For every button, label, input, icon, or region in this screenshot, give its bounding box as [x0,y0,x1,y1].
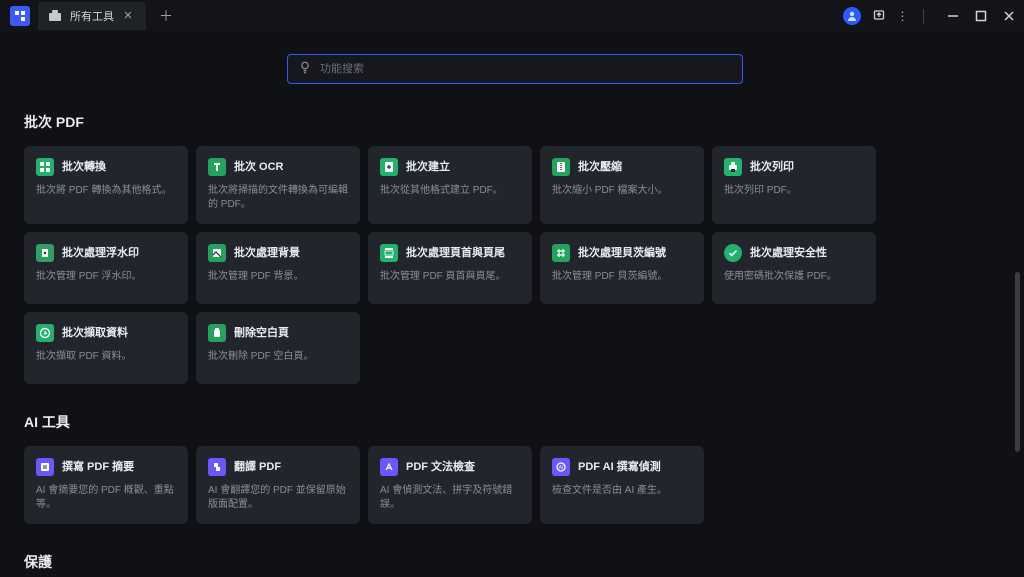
grammar-icon [380,458,398,476]
plus-file-icon [380,158,398,176]
hash-icon [552,244,570,262]
card-desc: 批次管理 PDF 貝茨編號。 [552,270,692,284]
card-title: 批次處理安全性 [750,246,827,260]
lightbulb-icon [298,60,312,79]
title-bar-left: 所有工具 ✕ ＋ [8,0,178,32]
close-button[interactable] [1002,9,1016,23]
card-title: 批次處理背景 [234,246,300,260]
card-desc: AI 會翻譯您的 PDF 並保留原始版面配置。 [208,484,348,512]
card-title: 批次 OCR [234,160,284,174]
card-ai-grammar[interactable]: PDF 文法檢查 AI 會偵測文法、拼字及符號錯誤。 [368,446,532,524]
section-batch-pdf: 批次 PDF 批次轉換 批次將 PDF 轉換為其他格式。 批次 OCR 批次將掃… [24,112,904,384]
card-batch-watermark[interactable]: 批次處理浮水印 批次管理 PDF 浮水印。 [24,232,188,304]
card-batch-bates[interactable]: 批次處理貝茨編號 批次管理 PDF 貝茨編號。 [540,232,704,304]
section-title: 批次 PDF [24,112,904,132]
card-title: 批次建立 [406,160,450,174]
card-desc: AI 會偵測文法、拼字及符號錯誤。 [380,484,520,512]
card-batch-create[interactable]: 批次建立 批次從其他格式建立 PDF。 [368,146,532,224]
card-title: 批次處理貝茨編號 [578,246,666,260]
card-title: 批次處理頁首與頁尾 [406,246,505,260]
card-batch-security[interactable]: 批次處理安全性 使用密碼批次保護 PDF。 [712,232,876,304]
card-batch-extract[interactable]: 批次擷取資料 批次擷取 PDF 資料。 [24,312,188,384]
trash-icon [208,324,226,342]
minimize-button[interactable] [946,9,960,23]
card-batch-compress[interactable]: 批次壓縮 批次縮小 PDF 檔案大小。 [540,146,704,224]
toolbox-icon [48,9,62,23]
card-ai-summary[interactable]: 撰寫 PDF 摘要 AI 會摘要您的 PDF 概觀、重點等。 [24,446,188,524]
card-title: 刪除空白頁 [234,326,289,340]
svg-text:AI: AI [559,465,564,471]
grid-icon [36,158,54,176]
card-desc: 批次管理 PDF 背景。 [208,270,348,284]
checkmark-icon [724,244,742,262]
section-title: 保護 [24,552,904,572]
card-batch-ocr[interactable]: 批次 OCR 批次將掃描的文件轉換為可編輯的 PDF。 [196,146,360,224]
card-desc: 批次管理 PDF 浮水印。 [36,270,176,284]
card-desc: 批次縮小 PDF 檔案大小。 [552,184,692,198]
card-batch-background[interactable]: 批次處理背景 批次管理 PDF 背景。 [196,232,360,304]
card-desc: 批次從其他格式建立 PDF。 [380,184,520,198]
scrollbar-thumb[interactable] [1015,272,1020,452]
card-desc: 批次列印 PDF。 [724,184,864,198]
background-icon [208,244,226,262]
card-desc: 批次刪除 PDF 空白頁。 [208,350,348,364]
card-desc: 批次將 PDF 轉換為其他格式。 [36,184,176,198]
search-input[interactable] [320,63,732,75]
card-desc: 使用密碼批次保護 PDF。 [724,270,864,284]
section-title: AI 工具 [24,412,904,432]
card-desc: 批次將掃描的文件轉換為可編輯的 PDF。 [208,184,348,212]
card-title: PDF AI 撰寫偵測 [578,460,661,474]
tab-all-tools[interactable]: 所有工具 ✕ [38,2,146,30]
card-batch-print[interactable]: 批次列印 批次列印 PDF。 [712,146,876,224]
card-title: 批次處理浮水印 [62,246,139,260]
title-bar: 所有工具 ✕ ＋ ⋮ │ [0,0,1024,32]
card-title: PDF 文法檢查 [406,460,475,474]
card-title: 批次壓縮 [578,160,622,174]
close-icon[interactable]: ✕ [122,10,134,22]
card-title: 批次轉換 [62,160,106,174]
card-delete-blank[interactable]: 刪除空白頁 批次刪除 PDF 空白頁。 [196,312,360,384]
card-title: 批次擷取資料 [62,326,128,340]
share-icon[interactable] [873,9,885,24]
section-protect: 保護 PDF 安全性 移除隱藏的資料 [24,552,904,577]
card-batch-convert[interactable]: 批次轉換 批次將 PDF 轉換為其他格式。 [24,146,188,224]
translate-icon [208,458,226,476]
watermark-icon [36,244,54,262]
card-ai-detect[interactable]: AI PDF AI 撰寫偵測 檢查文件是否由 AI 產生。 [540,446,704,524]
user-avatar-icon[interactable] [843,7,861,25]
window-controls [946,9,1016,23]
card-title: 批次列印 [750,160,794,174]
text-icon [208,158,226,176]
maximize-button[interactable] [974,9,988,23]
app-logo-icon [10,6,30,26]
ai-detect-icon: AI [552,458,570,476]
card-batch-header-footer[interactable]: 批次處理頁首與頁尾 批次管理 PDF 頁首與頁尾。 [368,232,532,304]
extract-icon [36,324,54,342]
section-ai-tools: AI 工具 撰寫 PDF 摘要 AI 會摘要您的 PDF 概觀、重點等。 翻譯 … [24,412,904,524]
compress-icon [552,158,570,176]
printer-icon [724,158,742,176]
card-desc: AI 會摘要您的 PDF 概觀、重點等。 [36,484,176,512]
summary-icon [36,458,54,476]
card-desc: 批次管理 PDF 頁首與頁尾。 [380,270,520,284]
card-desc: 批次擷取 PDF 資料。 [36,350,176,364]
header-footer-icon [380,244,398,262]
search-box[interactable] [287,54,743,84]
title-bar-right: ⋮ │ [843,7,1017,25]
card-desc: 檢查文件是否由 AI 產生。 [552,484,692,498]
card-title: 翻譯 PDF [234,460,281,474]
kebab-menu-icon[interactable]: ⋮ [897,9,909,23]
card-ai-translate[interactable]: 翻譯 PDF AI 會翻譯您的 PDF 並保留原始版面配置。 [196,446,360,524]
card-title: 撰寫 PDF 摘要 [62,460,134,474]
new-tab-button[interactable]: ＋ [154,4,178,28]
tab-label: 所有工具 [70,8,114,24]
main-content: 批次 PDF 批次轉換 批次將 PDF 轉換為其他格式。 批次 OCR 批次將掃… [0,32,1024,577]
